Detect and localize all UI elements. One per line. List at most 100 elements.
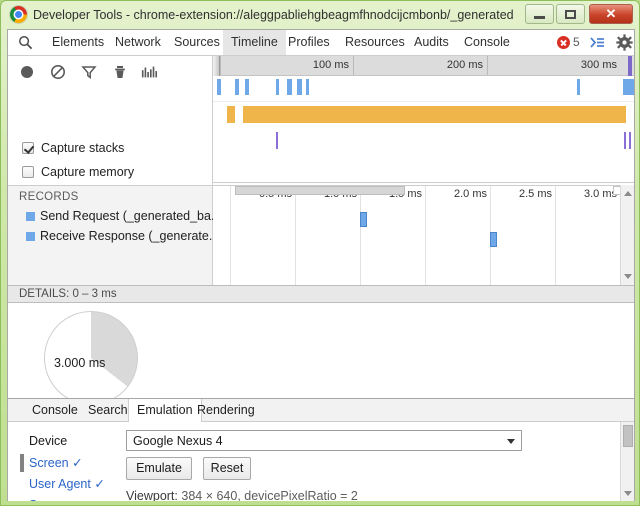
emulation-item-sensors-label: Sensors: [29, 498, 75, 501]
overview-tick-label: 300 ms: [580, 59, 617, 71]
overview-events-strip: [213, 76, 634, 102]
overview-event-bar: [287, 79, 292, 95]
capture-memory-checkbox[interactable]: [22, 166, 34, 178]
details-body: [8, 303, 634, 405]
close-button[interactable]: ✕: [589, 4, 633, 24]
overview-event-bar: [623, 79, 634, 95]
overview-window-right-handle[interactable]: [628, 56, 632, 76]
scroll-down-arrow-icon[interactable]: [624, 274, 632, 279]
overview-ruler: 100 ms 200 ms 300 ms: [213, 56, 634, 76]
capture-stacks-checkbox[interactable]: [22, 142, 34, 154]
overview-memory-bar: [276, 132, 278, 149]
maximize-button[interactable]: [556, 4, 585, 24]
record-icon[interactable]: [18, 63, 36, 81]
check-icon: ✓: [78, 498, 88, 501]
record-label: Send Request (_generated_ba...: [40, 209, 222, 223]
emulation-item-device[interactable]: Device: [29, 434, 67, 448]
app-window: Developer Tools - chrome-extension://ale…: [0, 0, 640, 506]
overview-window-left-handle[interactable]: [213, 56, 220, 76]
overview-event-bar: [297, 79, 302, 95]
records-vertical-scrollbar[interactable]: [620, 185, 634, 285]
minimize-button[interactable]: [525, 4, 554, 24]
record-color-swatch: [26, 232, 35, 241]
tab-profiles[interactable]: Profiles: [280, 30, 338, 55]
tab-audits[interactable]: Audits: [406, 30, 457, 55]
timeline-controls: Capture stacks Capture memory: [8, 56, 212, 184]
overview-tick-label: 100 ms: [312, 59, 349, 71]
overview-tick: 200 ms: [353, 56, 487, 75]
search-icon[interactable]: [18, 35, 33, 50]
overview-memory-bar: [624, 132, 626, 149]
dock-to-side-icon[interactable]: [589, 35, 605, 50]
device-select[interactable]: Google Nexus 4: [126, 430, 522, 451]
devtools-panel: Elements Network Sources Timeline Profil…: [7, 29, 635, 501]
emulation-item-screen-label: Screen: [29, 456, 69, 470]
viewport-info: Viewport: 384 × 640, devicePixelRatio = …: [126, 489, 358, 501]
window-title: Developer Tools - chrome-extension://ale…: [33, 8, 513, 22]
error-icon[interactable]: [557, 36, 570, 49]
error-count: 5: [573, 35, 580, 49]
viewport-value: 384 × 640, devicePixelRatio = 2: [181, 489, 358, 501]
tab-console[interactable]: Console: [456, 30, 518, 55]
drawer-tab-rendering[interactable]: Rendering: [189, 399, 263, 421]
filter-icon[interactable]: [80, 63, 98, 81]
overview-frame-bar: [227, 106, 235, 123]
drawer-vertical-scrollbar[interactable]: [620, 422, 634, 501]
records-tick: 0.5 ms: [230, 186, 295, 286]
tab-elements[interactable]: Elements: [44, 30, 112, 55]
trash-icon[interactable]: [111, 63, 129, 81]
tab-network[interactable]: Network: [107, 30, 169, 55]
overview-event-bar: [245, 79, 249, 95]
records-tick: 1.0 ms: [295, 186, 360, 286]
tab-sources[interactable]: Sources: [166, 30, 228, 55]
scrollbar-thumb[interactable]: [623, 425, 633, 447]
emulate-button[interactable]: Emulate: [126, 457, 192, 480]
details-title: DETAILS: 0 – 3 ms: [19, 288, 117, 300]
check-icon: ✓: [94, 477, 105, 491]
overview-event-bar: [276, 79, 279, 95]
tab-timeline[interactable]: Timeline: [223, 30, 286, 55]
scroll-up-arrow-icon[interactable]: [624, 191, 632, 196]
timeline-overview[interactable]: 100 ms 200 ms 300 ms: [213, 56, 634, 184]
minimize-icon: [526, 5, 553, 23]
overview-tick: 100 ms: [220, 56, 353, 75]
title-bar: Developer Tools - chrome-extension://ale…: [1, 1, 640, 29]
tab-resources[interactable]: Resources: [337, 30, 413, 55]
maximize-icon: [557, 5, 584, 23]
emulation-selection-indicator: [20, 454, 24, 472]
drawer-tab-console[interactable]: Console: [24, 399, 86, 421]
chevron-down-icon: [507, 439, 515, 444]
record-color-swatch: [26, 212, 35, 221]
overview-event-bar: [235, 79, 239, 95]
record-bar-send-request[interactable]: [360, 212, 367, 227]
emulation-item-sensors[interactable]: Sensors ✓: [29, 497, 89, 501]
records-tick: 2.0 ms: [425, 186, 490, 286]
reset-button[interactable]: Reset: [203, 457, 251, 480]
records-tick-label: 2.5 ms: [518, 188, 552, 200]
overview-memory-strip: [213, 130, 634, 160]
records-horizontal-scrollbar[interactable]: [235, 186, 405, 195]
overview-frames-strip: [213, 102, 634, 130]
clear-icon[interactable]: [49, 63, 67, 81]
overview-frame-bar: [243, 106, 626, 123]
device-select-value: Google Nexus 4: [133, 434, 223, 448]
drawer-tab-bar: Console Search Emulation Rendering: [8, 399, 634, 422]
records-tick: 2.5 ms: [490, 186, 555, 286]
close-icon: ✕: [605, 6, 617, 21]
overview-tick: 300 ms: [487, 56, 621, 75]
emulation-item-screen[interactable]: Screen ✓: [29, 455, 83, 470]
records-timeline[interactable]: 0.5 ms 1.0 ms 1.5 ms 2.0 ms 2.5 ms 3.0 m…: [213, 185, 634, 286]
emulation-sidebar: Device Screen ✓ User Agent ✓ Sensors ✓: [8, 422, 116, 501]
overview-tick-label: 200 ms: [446, 59, 483, 71]
check-icon: ✓: [72, 456, 83, 470]
record-bar-receive-response[interactable]: [490, 232, 497, 247]
scroll-down-arrow-icon[interactable]: [624, 491, 632, 496]
overview-memory-bar: [629, 132, 631, 149]
records-tick-label: 2.0 ms: [453, 188, 487, 200]
records-list: RECORDS Send Request (_generated_ba... R…: [8, 185, 221, 285]
emulation-item-user-agent[interactable]: User Agent ✓: [29, 476, 105, 491]
gear-icon[interactable]: [616, 34, 633, 51]
memory-chart-icon[interactable]: [141, 63, 159, 81]
emulation-item-user-agent-label: User Agent: [29, 477, 91, 491]
overview-event-bar: [217, 79, 221, 95]
